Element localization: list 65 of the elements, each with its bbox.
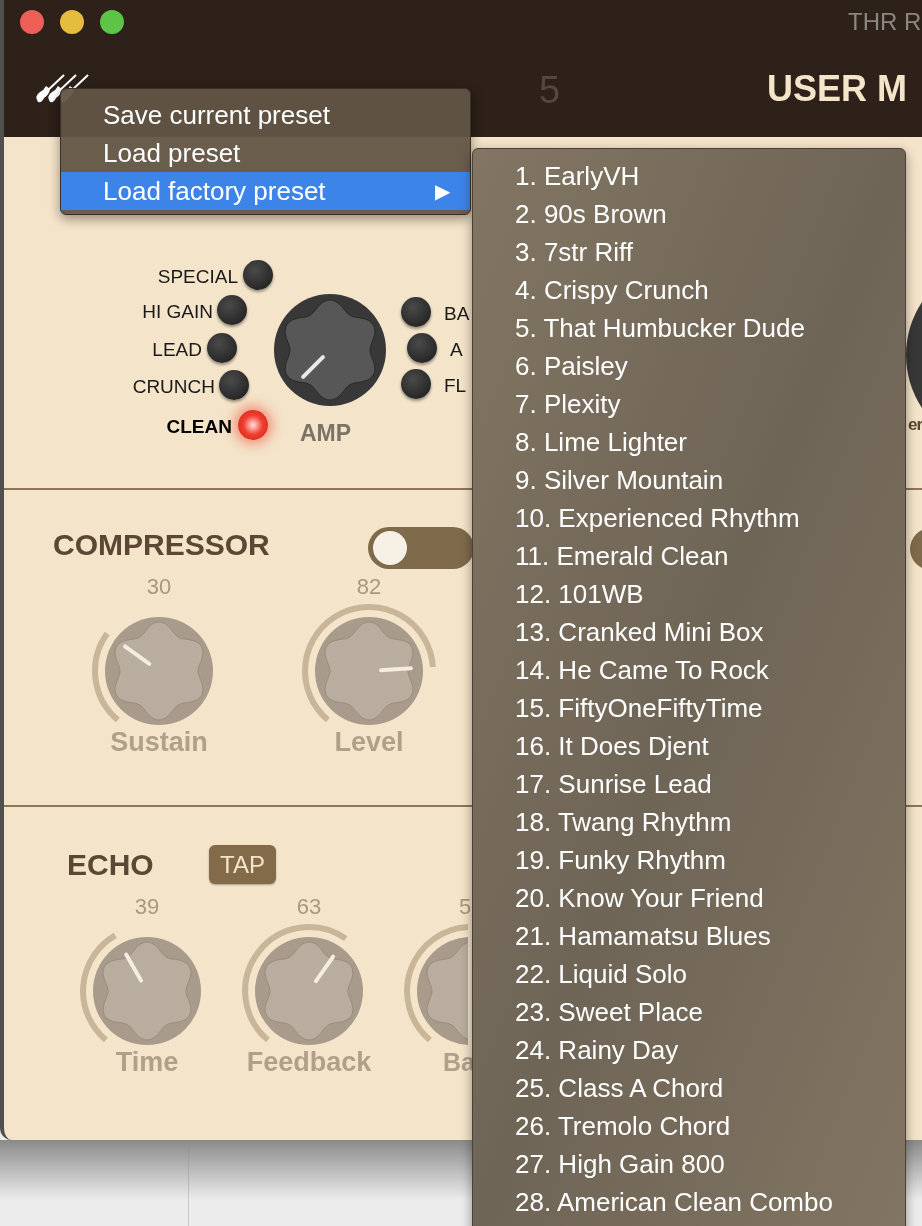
channel-led[interactable] (401, 369, 431, 399)
menu-item[interactable]: 8. Lime Lighter (473, 423, 905, 461)
menu-item[interactable]: 28. American Clean Combo (473, 1183, 905, 1221)
menu-item[interactable]: 23. Sweet Place (473, 993, 905, 1031)
menu-item[interactable]: 1. EarlyVH (473, 157, 905, 195)
channel-label: A (450, 339, 463, 361)
channel-label: CRUNCH (132, 376, 215, 398)
menu-item[interactable]: 7. Plexity (473, 385, 905, 423)
channel-led[interactable] (407, 333, 437, 363)
menu-item[interactable]: 10. Experienced Rhythm (473, 499, 905, 537)
toggle-switch[interactable] (368, 527, 474, 569)
section-title: COMPRESSOR (53, 527, 270, 563)
menu-item[interactable]: 17. Sunrise Lead (473, 765, 905, 803)
menu-item[interactable]: 5. That Humbucker Dude (473, 309, 905, 347)
knob-label: Time (115, 1047, 179, 1077)
menu-item[interactable]: 2. 90s Brown (473, 195, 905, 233)
channel-led[interactable] (401, 297, 431, 327)
channel-label: BA (444, 303, 470, 325)
channel-led[interactable] (217, 295, 247, 325)
channel-led[interactable] (207, 333, 237, 363)
menu-item[interactable]: 15. FiftyOneFiftyTime (473, 689, 905, 727)
menu-item[interactable]: 6. Paisley (473, 347, 905, 385)
menu-item[interactable]: 4. Crispy Crunch (473, 271, 905, 309)
bank-title: USER M (767, 67, 907, 111)
menu-item[interactable]: 26. Tremolo Chord (473, 1107, 905, 1145)
channel-label: FL (444, 375, 467, 397)
menu-item[interactable]: Load factory preset ▶ (61, 172, 470, 210)
knob-value: 82 (356, 575, 382, 599)
minimize-button[interactable] (60, 10, 84, 34)
channel-label: LEAD (152, 339, 202, 361)
window-title: THR R (848, 8, 922, 36)
knob-label: er (908, 414, 922, 436)
knob-label: Sustain (110, 727, 208, 757)
menu-item[interactable]: 19. Funky Rhythm (473, 841, 905, 879)
knob-label: Level (334, 727, 404, 757)
menu-item[interactable]: Load preset (61, 134, 470, 172)
menu-item[interactable]: 16. It Does Djent (473, 727, 905, 765)
tap-button[interactable]: TAP (209, 845, 276, 884)
knob-value: 39 (134, 895, 160, 919)
menu-item[interactable]: 3. 7str Riff (473, 233, 905, 271)
menu-item[interactable]: 24. Rainy Day (473, 1031, 905, 1069)
channel-led[interactable] (219, 370, 249, 400)
menu-item[interactable]: 9. Silver Mountain (473, 461, 905, 499)
menu-item[interactable]: 14. He Came To Rock (473, 651, 905, 689)
channel-label: HI GAIN (142, 301, 213, 323)
menu-item[interactable]: Save current preset (61, 96, 470, 134)
zoom-button[interactable] (100, 10, 124, 34)
menu-item[interactable]: 21. Hamamatsu Blues (473, 917, 905, 955)
section-title: ECHO (67, 847, 154, 883)
knob-value: 30 (146, 575, 172, 599)
channel-led[interactable] (243, 260, 273, 290)
knob-label: Feedback (246, 1047, 372, 1077)
menu-item[interactable]: 12. 101WB (473, 575, 905, 613)
menu-item[interactable]: 20. Know Your Friend (473, 879, 905, 917)
menu-item[interactable]: 22. Liquid Solo (473, 955, 905, 993)
knob-value: 5 (459, 895, 472, 919)
channel-label: CLEAN (166, 416, 232, 438)
channel-label: SPECIAL (157, 266, 238, 288)
amp-label: AMP (300, 420, 352, 446)
menu-item[interactable]: 11. Emerald Clean (473, 537, 905, 575)
menu-item[interactable]: 25. Class A Chord (473, 1069, 905, 1107)
menu-item[interactable]: 18. Twang Rhythm (473, 803, 905, 841)
close-button[interactable] (20, 10, 44, 34)
menu-item[interactable]: 13. Cranked Mini Box (473, 613, 905, 651)
knob-value: 63 (296, 895, 322, 919)
